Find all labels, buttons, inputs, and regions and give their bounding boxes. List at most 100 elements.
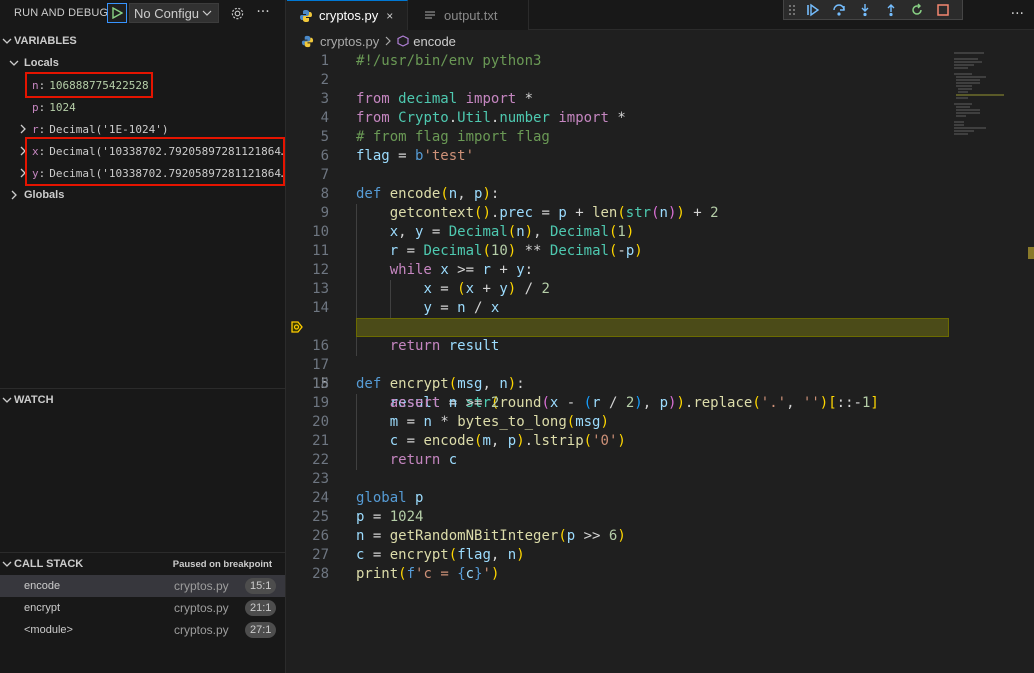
scope-locals[interactable]: Locals (0, 52, 285, 74)
code-text: m = n * bytes_to_long(msg) (389, 414, 609, 430)
line-number: 11 (312, 243, 329, 259)
python-file-icon (301, 35, 314, 47)
step-over-icon[interactable] (826, 0, 852, 20)
breadcrumb-symbol[interactable]: encode (413, 34, 456, 49)
more-actions-icon[interactable]: ··· (254, 3, 272, 21)
code-line: 25 p = 1024 (287, 508, 1034, 527)
line-number: 10 (312, 224, 329, 240)
tab-cryptos-py[interactable]: cryptos.py × (287, 0, 408, 30)
chevron-down-icon (0, 559, 14, 569)
breadcrumb-file[interactable]: cryptos.py (320, 34, 379, 49)
code-line: 8 def encode(n, p): (287, 185, 1034, 204)
close-icon[interactable]: × (386, 9, 393, 23)
code-text: assert n >= 2 (389, 395, 500, 411)
code-text: def encode(n, p): (356, 186, 500, 202)
code-line: 17 (287, 356, 1034, 375)
chevron-down-icon (0, 36, 14, 46)
breakpoint-arrow-icon[interactable] (290, 320, 304, 334)
code-text: return result (389, 338, 500, 354)
line-number: 27 (312, 547, 329, 563)
code-editor[interactable]: 1 #!/usr/bin/env python3 2 3 from decimal … (287, 52, 1034, 673)
code-line: 24 global p (287, 489, 1034, 508)
code-line: 26 n = getRandomNBitInteger(p >> 6) (287, 527, 1034, 546)
tab-output-txt[interactable]: output.txt (408, 0, 529, 30)
line-number: 17 (312, 357, 329, 373)
code-text: global p (356, 490, 424, 506)
line-number: 22 (312, 452, 329, 468)
line-number: 23 (312, 471, 329, 487)
code-line: 27 c = encrypt(flag, n) (287, 546, 1034, 565)
minimap[interactable] (954, 52, 1034, 673)
frame-line-badge: 15:1 (245, 578, 277, 594)
code-text: getcontext().prec = p + len(str(n)) + 2 (389, 205, 719, 221)
debug-toolbar (783, 0, 963, 20)
more-actions-icon[interactable]: ··· (1011, 6, 1024, 22)
stack-frame[interactable]: <module> cryptos.py 27:1 (0, 619, 285, 641)
variable-value: Decimal('1E-1024') (49, 122, 169, 136)
line-number: 3 (320, 91, 329, 107)
line-number: 13 (312, 281, 329, 297)
code-text: x = (x + y) / 2 (423, 281, 550, 297)
breadcrumb: cryptos.py encode (287, 30, 1034, 52)
line-number: 4 (320, 110, 329, 126)
line-number: 5 (320, 129, 329, 145)
code-line: 16 return result (287, 337, 1034, 356)
gear-icon[interactable] (228, 4, 246, 22)
line-number: 19 (312, 395, 329, 411)
callstack-section-header[interactable]: CALL STACK Paused on breakpoint (0, 553, 285, 575)
scope-globals[interactable]: Globals (0, 184, 285, 206)
code-line: 14 y = n / x (287, 299, 1034, 318)
code-line: 1 #!/usr/bin/env python3 (287, 52, 1034, 71)
drag-handle-icon[interactable] (784, 0, 800, 20)
code-line: 12 while x >= r + y: (287, 261, 1034, 280)
code-line: 4 from Crypto.Util.number import * (287, 109, 1034, 128)
code-text: c = encode(m, p).lstrip('0') (389, 433, 626, 449)
code-text: from decimal import * (356, 91, 534, 107)
restart-icon[interactable] (904, 0, 930, 20)
line-number: 8 (320, 186, 329, 202)
code-line: 9 getcontext().prec = p + len(str(n)) + … (287, 204, 1034, 223)
stack-frame[interactable]: encrypt cryptos.py 21:1 (0, 597, 285, 619)
globals-label: Globals (24, 189, 65, 201)
debug-config-select[interactable]: No Configu (129, 3, 219, 23)
line-number: 20 (312, 414, 329, 430)
line-number: 24 (312, 490, 329, 506)
line-number: 16 (312, 338, 329, 354)
annotation-box (25, 72, 153, 98)
method-icon (397, 35, 409, 47)
stop-icon[interactable] (930, 0, 956, 20)
line-number: 28 (312, 566, 329, 582)
step-out-icon[interactable] (878, 0, 904, 20)
code-line: 11 r = Decimal(10) ** Decimal(-p) (287, 242, 1034, 261)
step-into-icon[interactable] (852, 0, 878, 20)
stack-frame[interactable]: encode cryptos.py 15:1 (0, 575, 285, 597)
code-line: 7 (287, 166, 1034, 185)
code-line: 13 x = (x + y) / 2 (287, 280, 1034, 299)
start-debugging-button[interactable] (107, 3, 127, 23)
variable-row[interactable]: p: 1024 (0, 96, 285, 118)
continue-icon[interactable] (800, 0, 826, 20)
watch-section-header[interactable]: WATCH (0, 389, 285, 411)
line-number: 9 (320, 205, 329, 221)
code-text: y = n / x (423, 300, 500, 316)
line-number: 26 (312, 528, 329, 544)
variables-label: VARIABLES (14, 35, 77, 47)
line-number: 12 (312, 262, 329, 278)
code-text: return c (389, 452, 458, 468)
frame-line-badge: 27:1 (245, 622, 277, 638)
annotation-box (25, 137, 285, 186)
line-number: 2 (320, 72, 329, 88)
variables-section-header[interactable]: VARIABLES (0, 30, 285, 52)
tab-label: cryptos.py (319, 8, 379, 23)
frame-file: cryptos.py (174, 579, 229, 593)
debug-title: RUN AND DEBUG (14, 7, 109, 19)
code-text: # from flag import flag (356, 129, 550, 145)
locals-label: Locals (24, 57, 59, 69)
variable-value: 1024 (49, 100, 76, 114)
code-text: r = Decimal(10) ** Decimal(-p) (389, 243, 643, 259)
code-text: #!/usr/bin/env python3 (356, 53, 542, 69)
code-text: def encrypt(msg, n): (356, 376, 525, 392)
code-line: 21 c = encode(m, p).lstrip('0') (287, 432, 1034, 451)
code-text: while x >= r + y: (389, 262, 534, 278)
code-line: 10 x, y = Decimal(n), Decimal(1) (287, 223, 1034, 242)
